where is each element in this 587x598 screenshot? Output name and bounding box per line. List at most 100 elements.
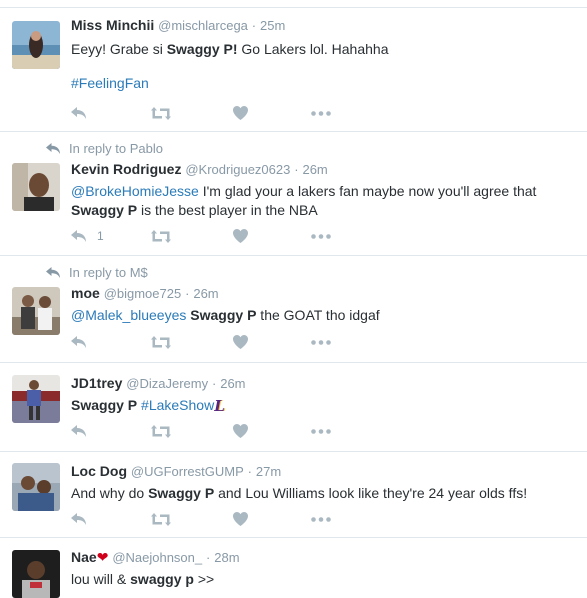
reply-context-text[interactable]: In reply to M$	[69, 265, 148, 280]
tweet-actions	[71, 103, 341, 123]
timestamp[interactable]: 26m	[302, 162, 327, 177]
fullname[interactable]: Kevin Rodriguez	[71, 161, 181, 177]
reply-arrow-icon	[46, 267, 60, 278]
separator-dot: ·	[211, 376, 217, 391]
username[interactable]: @UGForrestGUMP	[131, 464, 244, 479]
avatar[interactable]	[12, 550, 60, 598]
tweet[interactable]: Miss Minchii @mischlarcega · 25m Eeyy! G…	[0, 7, 587, 131]
tweet-text: And why do Swaggy P and Lou Williams loo…	[71, 484, 577, 503]
tweet-text: Eeyy! Grabe si Swaggy P! Go Lakers lol. …	[71, 40, 577, 59]
separator-dot: ·	[251, 18, 257, 33]
more-button[interactable]	[311, 421, 331, 441]
more-button[interactable]	[311, 226, 331, 246]
separator-dot: ·	[206, 550, 211, 565]
tweet[interactable]: Loc Dog @UGForrestGUMP · 27m And why do …	[0, 451, 587, 537]
reply-button[interactable]	[71, 332, 87, 352]
reply-icon	[71, 425, 86, 437]
reply-icon	[71, 513, 86, 525]
mention-link[interactable]: @BrokeHomieJesse	[71, 183, 199, 199]
tweet-actions: 1	[71, 226, 341, 246]
reply-button[interactable]	[71, 421, 87, 441]
retweet-icon	[151, 106, 171, 120]
tweet-text: Swaggy P is the best player in the NBA	[71, 201, 577, 220]
fullname[interactable]: Nae	[71, 549, 97, 565]
like-button[interactable]	[233, 103, 248, 123]
more-button[interactable]	[311, 509, 331, 529]
reply-icon	[71, 336, 86, 348]
more-button[interactable]	[311, 332, 331, 352]
tweet-actions	[71, 421, 341, 441]
reply-count: 1	[97, 229, 104, 243]
tweet-text: @Malek_blueeyes Swaggy P the GOAT tho id…	[71, 306, 577, 325]
heart-emoji-icon: ❤	[96, 549, 109, 565]
tweet[interactable]: In reply to Pablo Kevin Rodriguez @Krodr…	[0, 131, 587, 255]
tweet-text-bold: Swaggy P	[71, 397, 138, 413]
more-icon	[311, 428, 331, 434]
timestamp[interactable]: 26m	[220, 376, 245, 391]
avatar[interactable]	[12, 463, 60, 511]
separator-dot: ·	[294, 162, 299, 177]
heart-icon	[233, 512, 248, 526]
tweet[interactable]: JD1trey @DizaJeremy · 26m Swaggy P #Lake…	[0, 362, 587, 451]
tweet[interactable]: In reply to M$ moe @bigmoe725 · 26m @Mal…	[0, 255, 587, 362]
reply-button[interactable]: 1	[71, 226, 104, 246]
hashtag-link[interactable]: #FeelingFan	[71, 75, 577, 91]
username[interactable]: @bigmoe725	[104, 286, 182, 301]
like-button[interactable]	[233, 332, 248, 352]
retweet-icon	[151, 229, 171, 243]
username[interactable]: @DizaJeremy	[126, 376, 208, 391]
lakers-logo-icon: L	[214, 397, 225, 415]
username[interactable]: @Krodriguez0623	[185, 162, 290, 177]
retweet-button[interactable]	[151, 103, 171, 123]
mention-link[interactable]: @Malek_blueeyes	[71, 307, 186, 323]
avatar[interactable]	[12, 375, 60, 423]
tweet-text-part: And why do	[71, 485, 149, 501]
username[interactable]: @mischlarcega	[158, 18, 248, 33]
retweet-icon	[151, 424, 171, 438]
tweet-text: Swaggy P #LakeShowL	[71, 396, 577, 416]
fullname[interactable]: Miss Minchii	[71, 17, 154, 33]
timestamp[interactable]: 25m	[260, 18, 285, 33]
retweet-button[interactable]	[151, 332, 171, 352]
hashtag-link[interactable]: #LakeShow	[137, 397, 214, 413]
like-button[interactable]	[233, 226, 248, 246]
retweet-button[interactable]	[151, 509, 171, 529]
more-button[interactable]	[311, 103, 331, 123]
more-icon	[311, 339, 331, 345]
reply-button[interactable]	[71, 509, 87, 529]
tweet-text-bold: Swaggy P	[186, 307, 257, 323]
like-button[interactable]	[233, 509, 248, 529]
tweet-text-part: Eeyy! Grabe si	[71, 41, 167, 57]
tweet-actions	[71, 509, 341, 529]
separator-dot: ·	[185, 286, 190, 301]
retweet-button[interactable]	[151, 226, 171, 246]
tweet-text-part: >>	[193, 571, 215, 587]
timestamp[interactable]: 28m	[214, 550, 239, 565]
tweet-header: Kevin Rodriguez @Krodriguez0623 · 26m	[71, 160, 577, 179]
tweet-feed: Miss Minchii @mischlarcega · 25m Eeyy! G…	[0, 0, 587, 598]
tweet[interactable]: Nae❤ @Naejohnson_ · 28m lou will & swagg…	[0, 537, 587, 598]
tweet-text-part: the GOAT tho idgaf	[256, 307, 380, 323]
tweet-text-part: I'm glad your a lakers fan maybe now you…	[198, 183, 537, 199]
fullname[interactable]: JD1trey	[71, 375, 122, 391]
retweet-icon	[151, 335, 171, 349]
avatar[interactable]	[12, 287, 60, 335]
heart-icon	[233, 229, 248, 243]
fullname[interactable]: moe	[71, 285, 100, 301]
fullname[interactable]: Loc Dog	[71, 463, 127, 479]
like-button[interactable]	[233, 421, 248, 441]
reply-button[interactable]	[71, 103, 87, 123]
separator-dot: ·	[247, 464, 252, 479]
tweet-text-part: is the best player in the NBA	[137, 202, 318, 218]
username[interactable]: @Naejohnson_	[112, 550, 202, 565]
tweet-text-bold: swaggy p	[130, 571, 194, 587]
tweet-text: lou will & swaggy p >>	[71, 570, 577, 589]
avatar[interactable]	[12, 163, 60, 211]
timestamp[interactable]: 27m	[256, 464, 281, 479]
reply-context-text[interactable]: In reply to Pablo	[69, 141, 163, 156]
more-icon	[311, 233, 331, 239]
timestamp[interactable]: 26m	[193, 286, 218, 301]
avatar[interactable]	[12, 21, 60, 69]
retweet-button[interactable]	[151, 421, 171, 441]
tweet-text-part: Go Lakers lol. Hahahha	[237, 41, 389, 57]
